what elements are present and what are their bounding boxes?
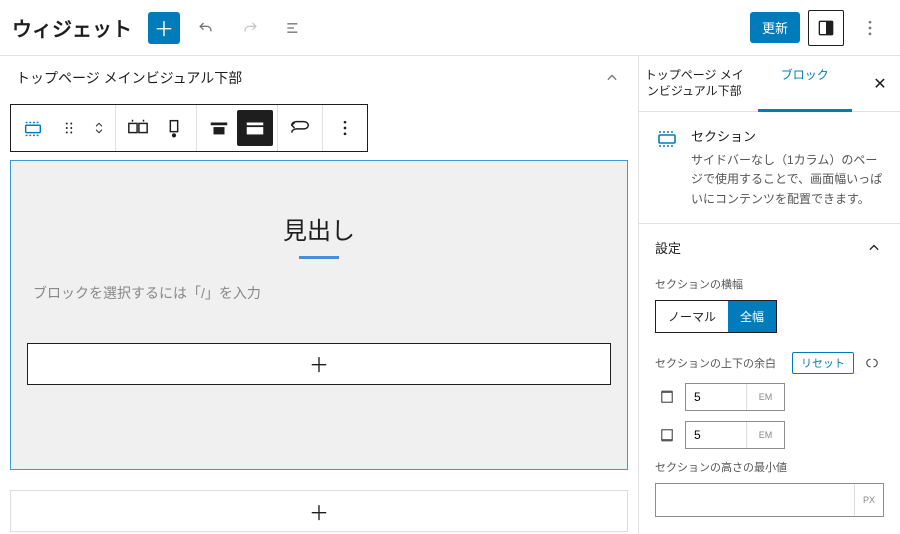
panel-settings-header[interactable]: 設定 — [639, 224, 900, 272]
heading-block[interactable]: 見出し — [27, 211, 611, 259]
block-appender[interactable]: ＋ — [27, 343, 611, 385]
block-toolbar — [10, 104, 368, 152]
block-description: サイドバーなし（1カラム）のページで使用することで、画面幅いっぱいにコンテンツを… — [691, 151, 884, 209]
spacing-bottom-input[interactable]: EM — [685, 421, 785, 449]
content-width-button[interactable] — [120, 110, 156, 146]
minheight-input[interactable]: PX — [655, 483, 884, 517]
more-options-button[interactable] — [852, 10, 888, 46]
width-segmented: ノーマル 全幅 — [655, 300, 777, 333]
redo-button[interactable] — [232, 10, 268, 46]
align-button[interactable] — [156, 110, 192, 146]
spacing-top-input[interactable]: EM — [685, 383, 785, 411]
settings-toggle-button[interactable] — [808, 10, 844, 46]
width-label: セクションの横幅 — [655, 276, 884, 292]
width-full[interactable]: 全幅 — [728, 301, 776, 332]
sidebar-tabs: トップページ メインビジュアル下部 ブロック ✕ — [639, 56, 900, 112]
undo-button[interactable] — [188, 10, 224, 46]
spacing-top-unit[interactable]: EM — [746, 384, 784, 410]
tab-widget-area[interactable]: トップページ メインビジュアル下部 — [639, 56, 750, 111]
link-sides-button[interactable] — [860, 351, 884, 375]
widget-area-header[interactable]: トップページ メインビジュアル下部 — [0, 56, 638, 100]
minheight-unit[interactable]: PX — [854, 484, 883, 516]
block-card: セクション サイドバーなし（1カラム）のページで使用することで、画面幅いっぱいに… — [639, 112, 900, 224]
heading-underline — [299, 256, 339, 259]
panel-body: セクションの横幅 ノーマル 全幅 セクションの上下の余白 リセット EM — [639, 272, 900, 531]
close-sidebar-button[interactable]: ✕ — [860, 56, 900, 111]
spacing-label: セクションの上下の余白 — [655, 355, 786, 371]
top-bar: ウィジェット ＋ 更新 — [0, 0, 900, 56]
drag-handle[interactable] — [51, 110, 87, 146]
chevron-up-icon — [864, 238, 884, 258]
tab-block[interactable]: ブロック — [750, 56, 861, 111]
minheight-label: セクションの高さの最小値 — [655, 459, 884, 475]
update-button[interactable]: 更新 — [750, 12, 800, 43]
panel-settings-label: 設定 — [655, 238, 681, 257]
heading-text: 見出し — [27, 211, 611, 246]
page-title: ウィジェット — [12, 13, 132, 42]
editor-canvas: トップページ メインビジュアル下部 — [0, 56, 638, 534]
spacing-bottom-unit[interactable]: EM — [746, 422, 784, 448]
spacing-bottom-value[interactable] — [686, 422, 746, 448]
block-type-button[interactable] — [15, 110, 51, 146]
paragraph-placeholder[interactable]: ブロックを選択するには「/」を入力 — [27, 283, 611, 303]
list-view-button[interactable] — [276, 10, 312, 46]
width-normal[interactable]: ノーマル — [656, 301, 728, 332]
insert-block-button[interactable]: ＋ — [148, 12, 180, 44]
chevron-up-icon — [602, 68, 622, 88]
block-name: セクション — [691, 126, 884, 145]
transform-button[interactable] — [282, 110, 318, 146]
spacing-bottom-icon — [657, 425, 677, 445]
align-full-button[interactable] — [237, 110, 273, 146]
section-icon — [655, 126, 679, 150]
block-more-button[interactable] — [327, 110, 363, 146]
section-block[interactable]: 見出し ブロックを選択するには「/」を入力 ＋ — [10, 160, 628, 470]
align-wide-button[interactable] — [201, 110, 237, 146]
spacing-reset-button[interactable]: リセット — [792, 352, 854, 374]
spacing-top-value[interactable] — [686, 384, 746, 410]
settings-sidebar: トップページ メインビジュアル下部 ブロック ✕ セクション サイドバーなし（1… — [638, 56, 900, 534]
widget-area-name: トップページ メインビジュアル下部 — [16, 68, 242, 88]
move-buttons[interactable] — [87, 110, 111, 146]
block-appender-2[interactable]: ＋ — [10, 490, 628, 532]
minheight-value[interactable] — [656, 484, 854, 516]
spacing-top-icon — [657, 387, 677, 407]
